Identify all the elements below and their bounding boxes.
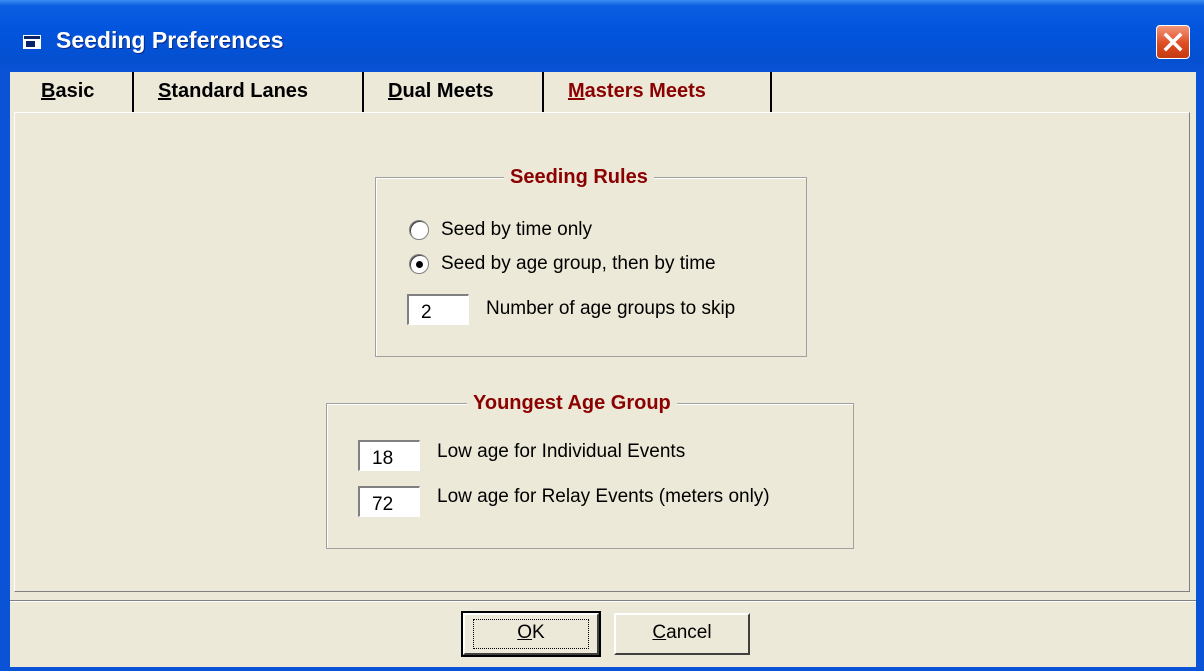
tab-basic[interactable]: Basic xyxy=(10,72,134,112)
individual-low-age-label: Low age for Individual Events xyxy=(437,441,686,462)
window-app-icon xyxy=(23,35,41,49)
tab-panel-masters-meets: Seeding Rules Seed by time only Seed by … xyxy=(14,112,1190,592)
youngest-age-group-title: Youngest Age Group xyxy=(467,392,677,415)
tab-standard-lanes[interactable]: Standard Lanes xyxy=(134,72,364,112)
ok-button[interactable]: OK xyxy=(461,611,601,657)
dialog-window: Seeding Preferences Basic Standard Lanes… xyxy=(0,0,1204,671)
dialog-client-area: Basic Standard Lanes Dual Meets Masters … xyxy=(10,72,1196,667)
relay-low-age-field[interactable] xyxy=(358,486,420,517)
relay-low-age-label: Low age for Relay Events (meters only) xyxy=(437,486,770,507)
seeding-rules-title: Seeding Rules xyxy=(504,166,654,189)
title-bar[interactable]: Seeding Preferences xyxy=(0,0,1204,72)
tab-strip: Basic Standard Lanes Dual Meets Masters … xyxy=(10,72,1196,112)
window-title: Seeding Preferences xyxy=(56,27,284,53)
seed-by-time-radio[interactable] xyxy=(409,220,429,240)
cancel-button[interactable]: Cancel xyxy=(614,613,750,655)
individual-low-age-field[interactable] xyxy=(358,440,420,471)
age-groups-skip-label: Number of age groups to skip xyxy=(486,298,736,319)
youngest-age-group-group: Youngest Age Group Low age for Individua… xyxy=(326,392,854,549)
button-separator xyxy=(10,600,1196,602)
seed-by-age-group-label[interactable]: Seed by age group, then by time xyxy=(441,253,716,275)
age-groups-skip-field[interactable] xyxy=(407,294,469,325)
seed-by-age-group-radio[interactable] xyxy=(409,254,429,274)
close-button[interactable] xyxy=(1156,25,1190,59)
seed-by-time-label[interactable]: Seed by time only xyxy=(441,219,592,241)
seeding-rules-group: Seeding Rules Seed by time only Seed by … xyxy=(375,166,807,357)
close-icon xyxy=(1163,32,1183,52)
focus-rectangle xyxy=(473,619,589,649)
tab-dual-meets[interactable]: Dual Meets xyxy=(364,72,544,112)
tab-masters-meets[interactable]: Masters Meets xyxy=(544,72,772,112)
